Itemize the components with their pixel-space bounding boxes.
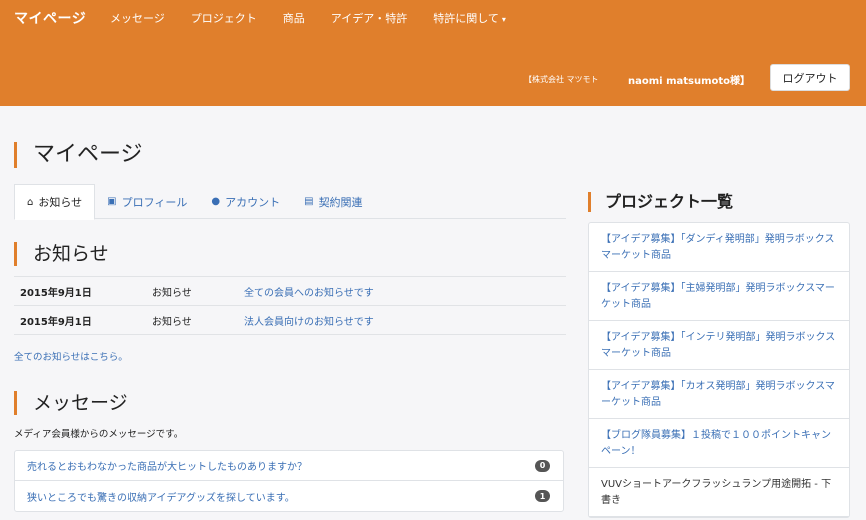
picture-icon: ▣ <box>107 196 117 207</box>
project-list-heading: プロジェクト一覧 <box>588 192 733 212</box>
message-text: 狭いところでも驚きの収納アイデアグッズを探しています。 <box>27 492 295 504</box>
news-title-link[interactable]: 法人会員向けのお知らせです <box>244 306 566 335</box>
table-row: 2015年9月1日 お知らせ 全ての会員へのお知らせです <box>14 276 566 306</box>
news-type: お知らせ <box>152 316 192 328</box>
nav-ideas-patents[interactable]: アイデア・特許 <box>331 10 407 26</box>
user-icon: ● <box>211 196 221 207</box>
nav-projects[interactable]: プロジェクト <box>191 10 257 26</box>
mypage-tabs: ⌂ お知らせ ▣ プロフィール ● アカウント ▤ 契約関連 <box>14 184 566 220</box>
tab-account-label: アカウント <box>225 195 281 209</box>
news-heading: お知らせ <box>14 242 109 266</box>
page-title: マイページ <box>14 142 143 168</box>
nav-products[interactable]: 商品 <box>283 10 305 26</box>
message-text: 売れるとおもわなかった商品が大ヒットしたものありますか？ <box>27 462 307 473</box>
tab-news-label: お知らせ <box>38 196 83 209</box>
list-item[interactable]: 売れるとおもわなかった商品が大ヒットしたものありますか？ 0 <box>15 451 563 481</box>
project-item-link[interactable]: VUVショートアークフラッシュランプ用途開拓 - 下書き <box>589 468 849 517</box>
all-news-link[interactable]: 全てのお知らせはこちら。 <box>14 349 128 363</box>
news-date: 2015年9月1日 <box>20 287 92 299</box>
nav-about-patents-label: 特許に関して <box>433 12 499 25</box>
tab-contract[interactable]: ▤ 契約関連 <box>292 184 374 219</box>
tab-profile-label: プロフィール <box>121 195 188 209</box>
news-date: 2015年9月1日 <box>20 316 92 328</box>
messages-subtitle: メディア会員様からのメッセージです。 <box>14 429 184 440</box>
project-item-link[interactable]: 【アイデア募集】「ダンディ発明部」発明ラボックスマーケット商品 <box>589 223 849 272</box>
list-item[interactable]: 狭いところでも驚きの収納アイデアグッズを探しています。 1 <box>15 481 563 511</box>
project-item-link[interactable]: 【アイデア募集】「インテリ発明部」発明ラボックスマーケット商品 <box>589 321 849 370</box>
project-list: 【アイデア募集】「ダンディ発明部」発明ラボックスマーケット商品 【アイデア募集】… <box>588 222 850 518</box>
messages-heading: メッセージ <box>14 391 128 415</box>
nav-messages[interactable]: メッセージ <box>110 10 165 26</box>
news-type: お知らせ <box>152 287 192 299</box>
top-header: マイページ メッセージ プロジェクト 商品 アイデア・特許 特許に関して ▾ 【株… <box>0 0 866 106</box>
chevron-down-icon: ▾ <box>501 15 506 24</box>
news-title-link[interactable]: 全ての会員へのお知らせです <box>244 277 566 306</box>
home-icon: ⌂ <box>27 196 34 208</box>
user-name: naomi matsumoto様】 <box>628 76 751 87</box>
main-nav: メッセージ プロジェクト 商品 アイデア・特許 特許に関して ▾ <box>110 10 532 26</box>
message-count-badge: 0 <box>535 459 550 472</box>
document-icon: ▤ <box>304 196 314 207</box>
project-item-link[interactable]: 【アイデア募集】「カオス発明部」発明ラボックスマーケット商品 <box>589 370 849 419</box>
brand-mypage-link[interactable]: マイページ <box>14 8 86 28</box>
tab-profile[interactable]: ▣ プロフィール <box>95 184 199 219</box>
tab-news[interactable]: ⌂ お知らせ <box>14 184 96 220</box>
logout-button[interactable]: ログアウト <box>770 64 850 91</box>
project-item-link[interactable]: 【アイデア募集】「主婦発明部」発明ラボックスマーケット商品 <box>589 272 849 321</box>
project-item-link[interactable]: 【ブログ隊員募集】１投稿で１００ポイントキャンペーン！ <box>589 419 849 468</box>
company-name: 【株式会社 マツモト <box>524 75 599 84</box>
news-table: 2015年9月1日 お知らせ 全ての会員へのお知らせです 2015年9月1日 お… <box>14 276 566 335</box>
nav-about-patents-dropdown[interactable]: 特許に関して ▾ <box>433 10 506 26</box>
message-count-badge: 1 <box>535 490 550 502</box>
tab-account[interactable]: ● アカウント <box>199 184 292 219</box>
table-row: 2015年9月1日 お知らせ 法人会員向けのお知らせです <box>14 305 566 335</box>
tab-contract-label: 契約関連 <box>318 195 363 209</box>
message-list: 売れるとおもわなかった商品が大ヒットしたものありますか？ 0 狭いところでも驚き… <box>14 450 564 512</box>
